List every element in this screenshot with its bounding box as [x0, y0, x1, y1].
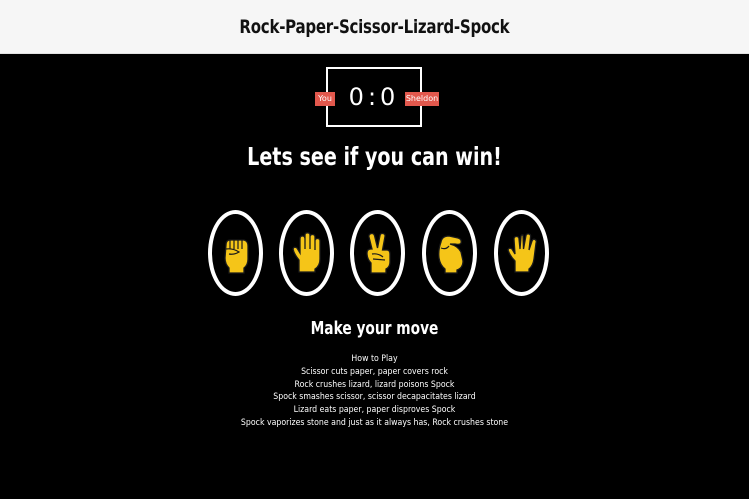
paper-hand-icon [291, 232, 321, 273]
computer-score: 0 [380, 83, 400, 111]
lizard-button[interactable] [422, 210, 477, 296]
scissors-hand-icon [365, 232, 391, 274]
spock-hand-icon [506, 233, 537, 273]
result-message: Lets see if you can win! [247, 142, 502, 171]
scissor-button[interactable] [350, 210, 405, 296]
user-badge: You [315, 92, 335, 106]
rules-title: How to Play [351, 354, 398, 364]
app-title: Rock-Paper-Scissor-Lizard-Spock [239, 15, 510, 38]
move-prompt: Make your move [310, 318, 439, 339]
app-header: Rock-Paper-Scissor-Lizard-Spock [0, 0, 749, 54]
rule-line: Spock vaporizes stone and just as it alw… [240, 417, 509, 428]
rule-line: Spock smashes scissor, scissor decapacit… [273, 392, 476, 403]
rule-line: Rock crushes lizard, lizard poisons Spoc… [294, 379, 455, 390]
user-score: 0 [348, 83, 368, 111]
how-to-play: How to Play Scissor cuts paper, paper co… [0, 353, 749, 430]
lizard-hand-icon [437, 235, 464, 274]
computer-badge: Sheldon [405, 92, 439, 106]
rock-button[interactable] [208, 210, 263, 296]
game-area: 0 : 0 You Sheldon Lets see if you can wi… [0, 54, 749, 499]
rock-fist-icon [223, 239, 249, 274]
rule-line: Scissor cuts paper, paper covers rock [301, 366, 448, 377]
rule-line: Lizard eats paper, paper disproves Spock [293, 405, 456, 416]
spock-button[interactable] [494, 210, 549, 296]
score-separator: : [367, 83, 381, 111]
paper-button[interactable] [279, 210, 334, 296]
